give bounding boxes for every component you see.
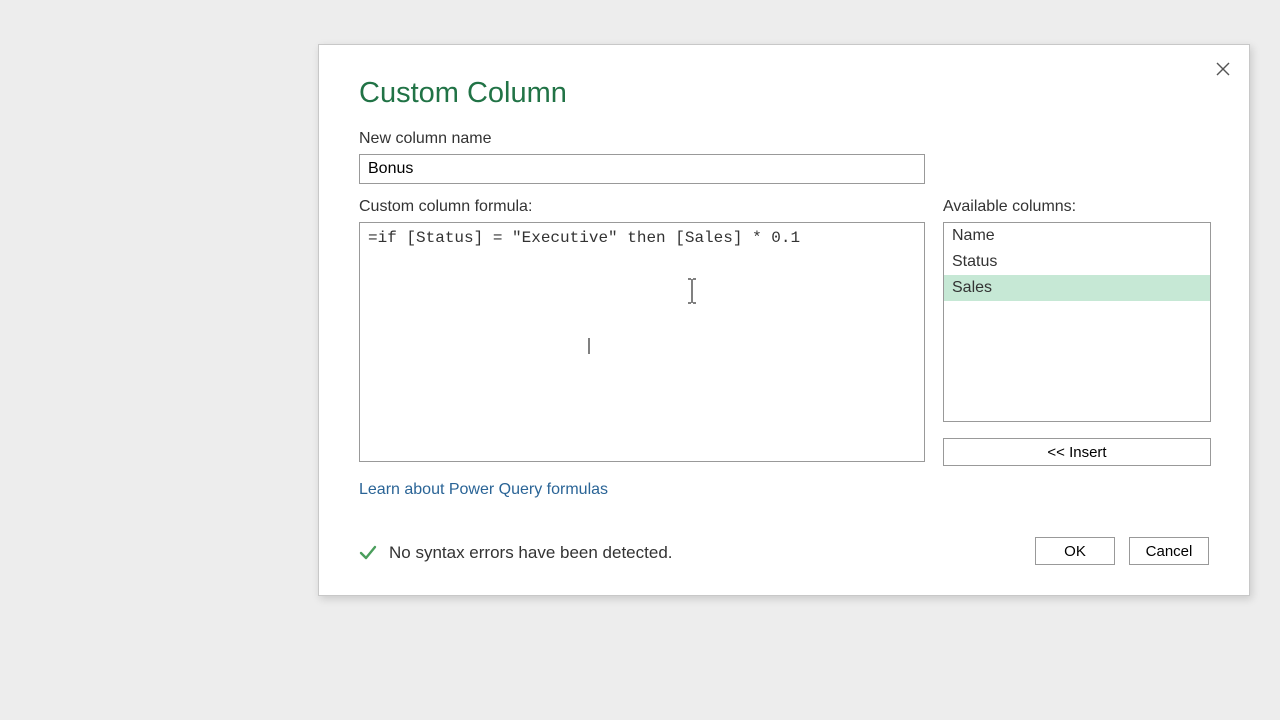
custom-column-dialog: Custom Column New column name Custom col…: [318, 44, 1250, 596]
cancel-button[interactable]: Cancel: [1129, 537, 1209, 565]
close-button[interactable]: [1211, 57, 1235, 81]
status-message: No syntax errors have been detected.: [389, 543, 673, 563]
column-name-label: New column name: [359, 130, 1209, 148]
checkmark-icon: [359, 544, 377, 562]
column-item[interactable]: Name: [944, 223, 1210, 249]
column-name-input[interactable]: [359, 154, 925, 184]
column-item[interactable]: Status: [944, 249, 1210, 275]
insert-button[interactable]: << Insert: [943, 438, 1211, 466]
ok-button[interactable]: OK: [1035, 537, 1115, 565]
close-icon: [1216, 62, 1230, 76]
formula-label: Custom column formula:: [359, 198, 925, 216]
column-item[interactable]: Sales: [944, 275, 1210, 301]
status-row: No syntax errors have been detected.: [359, 543, 673, 563]
formula-input[interactable]: [359, 222, 925, 462]
available-columns-list[interactable]: NameStatusSales: [943, 222, 1211, 422]
dialog-title: Custom Column: [359, 77, 1209, 110]
available-columns-label: Available columns:: [943, 198, 1211, 216]
learn-link[interactable]: Learn about Power Query formulas: [359, 481, 608, 499]
